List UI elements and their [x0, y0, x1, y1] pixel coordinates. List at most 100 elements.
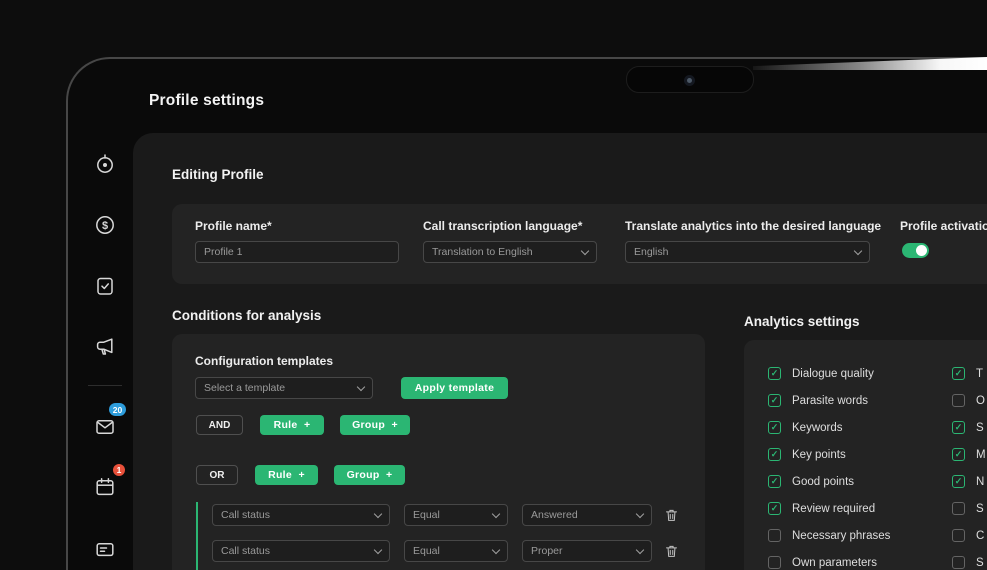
checkbox-label: Review required: [792, 503, 875, 515]
chevron-down-icon: [636, 509, 644, 517]
checkbox-label: Good points: [792, 476, 854, 488]
analytics-option: S: [952, 502, 986, 515]
add-rule-button[interactable]: Rule +: [260, 415, 324, 435]
calendar-icon: [93, 475, 117, 499]
checkbox-label: S: [976, 422, 984, 434]
profile-name-input[interactable]: Profile 1: [195, 241, 399, 263]
select-value: Call status: [221, 509, 270, 521]
checkbox[interactable]: ✓: [768, 421, 781, 434]
checkbox[interactable]: [952, 556, 965, 569]
analytics-heading: Analytics settings: [744, 314, 860, 329]
checkbox[interactable]: [768, 529, 781, 542]
translate-language-label: Translate analytics into the desired lan…: [625, 219, 881, 233]
inbox-count-badge: 20: [109, 403, 126, 416]
sidebar-item-templates[interactable]: [93, 537, 117, 561]
rule-operator-select[interactable]: Equal: [404, 504, 508, 526]
sidebar-item-calendar[interactable]: [93, 475, 117, 499]
analytics-option: ✓Keywords: [768, 421, 890, 434]
checkbox[interactable]: [952, 502, 965, 515]
delete-rule-icon[interactable]: [664, 507, 679, 523]
toggle-knob: [916, 245, 927, 256]
target-icon: [93, 152, 117, 176]
rule-operator-select[interactable]: Equal: [404, 540, 508, 562]
checkbox[interactable]: ✓: [768, 367, 781, 380]
sidebar-item-tasks[interactable]: [93, 274, 117, 298]
checkbox-label: T: [976, 368, 983, 380]
analytics-option: ✓ Good points: [768, 475, 890, 488]
checkbox[interactable]: ✓: [768, 448, 781, 461]
select-value: Proper: [531, 545, 563, 557]
chevron-down-icon: [581, 246, 589, 254]
checkbox-label: O: [976, 395, 985, 407]
select-value: Translation to English: [432, 246, 533, 258]
analytics-option: ✓N: [952, 475, 986, 488]
sidebar-item-announcements[interactable]: [93, 334, 117, 358]
checkbox[interactable]: ✓: [952, 475, 965, 488]
template-select[interactable]: Select a template: [195, 377, 373, 399]
analytics-option: ✓Key points: [768, 448, 890, 461]
chevron-down-icon: [492, 545, 500, 553]
profile-name-label: Profile name*: [195, 219, 272, 233]
chevron-down-icon: [374, 545, 382, 553]
select-value: Call status: [221, 545, 270, 557]
checkbox-label: C: [976, 530, 984, 542]
select-value: Equal: [413, 545, 440, 557]
transcription-language-select[interactable]: Translation to English: [423, 241, 597, 263]
checkbox[interactable]: ✓: [768, 475, 781, 488]
editing-profile-heading: Editing Profile: [172, 167, 264, 182]
rule-value-select[interactable]: Proper: [522, 540, 652, 562]
analytics-option: ✓Parasite words: [768, 394, 890, 407]
svg-text:$: $: [102, 220, 108, 232]
condition-rule-row: Call status Equal Answered: [212, 504, 679, 526]
analytics-option: ✓M: [952, 448, 986, 461]
analytics-card: ✓Dialogue quality ✓Parasite words ✓Keyword…: [744, 340, 987, 570]
tasks-icon: [93, 274, 117, 298]
analytics-option: ✓T: [952, 367, 986, 380]
checkbox-label: Necessary phrases: [792, 530, 890, 542]
checkbox-label: N: [976, 476, 984, 488]
card-lines-icon: [93, 537, 117, 561]
checkbox[interactable]: ✓: [952, 421, 965, 434]
sidebar-item-inbox[interactable]: [93, 415, 117, 439]
page-title: Profile settings: [149, 92, 264, 110]
select-value: Answered: [531, 509, 578, 521]
checkbox-label: Own parameters: [792, 557, 877, 569]
add-group-button[interactable]: Group +: [340, 415, 410, 435]
analytics-option: S: [952, 556, 986, 569]
analytics-column-1: ✓Dialogue quality ✓Parasite words ✓Keyword…: [768, 367, 890, 569]
configuration-templates-heading: Configuration templates: [195, 354, 333, 368]
rule-value-select[interactable]: Answered: [522, 504, 652, 526]
select-value: Select a template: [204, 382, 285, 394]
rule-field-select[interactable]: Call status: [212, 540, 390, 562]
apply-template-button[interactable]: Apply template: [401, 377, 508, 399]
add-group-button[interactable]: Group +: [334, 465, 405, 485]
checkbox[interactable]: [952, 394, 965, 407]
sidebar-item-billing[interactable]: $: [93, 213, 117, 237]
checkbox[interactable]: ✓: [768, 394, 781, 407]
add-rule-button[interactable]: Rule +: [255, 465, 318, 485]
checkbox[interactable]: [952, 529, 965, 542]
rules-list: Call status Equal Answered Call status Equal…: [212, 504, 679, 562]
calendar-count-badge: 1: [113, 464, 125, 476]
analytics-option: ✓Dialogue quality: [768, 367, 890, 380]
dollar-icon: $: [93, 213, 117, 237]
checkbox[interactable]: ✓: [952, 367, 965, 380]
profile-activation-toggle[interactable]: [902, 243, 929, 258]
translate-language-select[interactable]: English: [625, 241, 870, 263]
analytics-option: ✓ Review required: [768, 502, 890, 515]
chevron-down-icon: [636, 545, 644, 553]
chevron-down-icon: [374, 509, 382, 517]
and-operator-button[interactable]: AND: [196, 415, 243, 435]
profile-activation-label: Profile activation: [900, 219, 987, 233]
sidebar-item-target[interactable]: [93, 152, 117, 176]
checkbox[interactable]: [768, 556, 781, 569]
delete-rule-icon[interactable]: [664, 543, 679, 559]
rule-field-select[interactable]: Call status: [212, 504, 390, 526]
checkbox[interactable]: ✓: [952, 448, 965, 461]
or-operator-button[interactable]: OR: [196, 465, 238, 485]
analytics-option: O: [952, 394, 986, 407]
conditions-card: Configuration templates Select a templat…: [172, 334, 705, 570]
select-value: Equal: [413, 509, 440, 521]
checkbox-label: S: [976, 503, 984, 515]
checkbox[interactable]: ✓: [768, 502, 781, 515]
